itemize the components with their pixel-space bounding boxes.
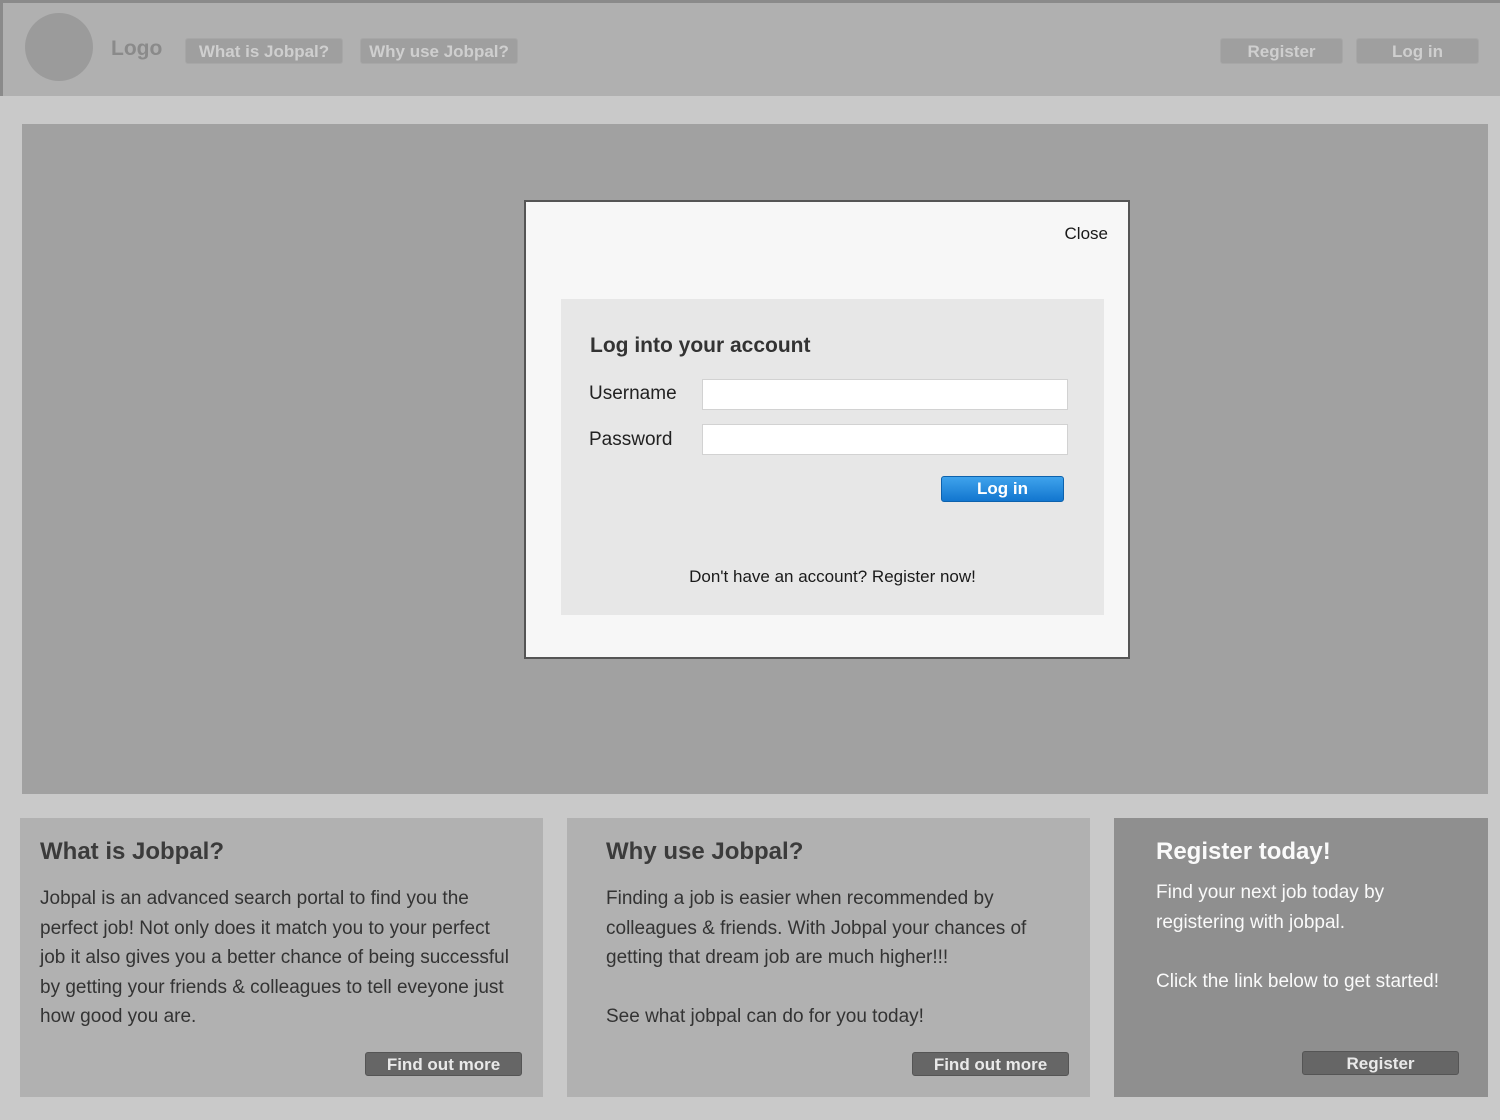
card-register-today: Register today! Find your next job today… xyxy=(1114,818,1488,1097)
nav-why-use-jobpal[interactable]: Why use Jobpal? xyxy=(360,38,518,64)
card-paragraph: Jobpal is an advanced search portal to f… xyxy=(40,888,509,1027)
register-now-link[interactable]: Don't have an account? Register now! xyxy=(561,567,1104,587)
card-why-use-jobpal: Why use Jobpal? Finding a job is easier … xyxy=(567,818,1090,1097)
card-body: Finding a job is easier when recommended… xyxy=(606,884,1081,1032)
card-body: Jobpal is an advanced search portal to f… xyxy=(40,884,515,1032)
username-field[interactable] xyxy=(702,379,1068,410)
find-out-more-button[interactable]: Find out more xyxy=(912,1052,1069,1076)
card-paragraph: See what jobpal can do for you today! xyxy=(606,1006,924,1027)
header-login-button[interactable]: Log in xyxy=(1356,38,1479,64)
username-label: Username xyxy=(589,383,677,404)
login-title: Log into your account xyxy=(590,334,811,357)
card-title: Register today! xyxy=(1156,838,1331,865)
card-what-is-jobpal: What is Jobpal? Jobpal is an advanced se… xyxy=(20,818,543,1097)
card-register-button[interactable]: Register xyxy=(1302,1051,1459,1075)
card-paragraph: Find your next job today by registering … xyxy=(1156,882,1385,933)
close-button[interactable]: Close xyxy=(1065,224,1108,244)
find-out-more-button[interactable]: Find out more xyxy=(365,1052,522,1076)
card-title: What is Jobpal? xyxy=(40,838,225,865)
logo-text[interactable]: Logo xyxy=(111,37,162,61)
password-field[interactable] xyxy=(702,424,1068,455)
card-body: Find your next job today by registering … xyxy=(1156,878,1466,996)
card-paragraph: Click the link below to get started! xyxy=(1156,970,1440,992)
card-paragraph: Finding a job is easier when recommended… xyxy=(606,888,1027,968)
login-form: Log into your account Username Password … xyxy=(561,299,1104,615)
site-header: Logo What is Jobpal? Why use Jobpal? Reg… xyxy=(0,0,1500,96)
login-submit-button[interactable]: Log in xyxy=(941,476,1064,502)
login-modal: Close Log into your account Username Pas… xyxy=(524,200,1130,659)
header-register-button[interactable]: Register xyxy=(1220,38,1343,64)
password-label: Password xyxy=(589,429,673,450)
nav-what-is-jobpal[interactable]: What is Jobpal? xyxy=(185,38,343,64)
card-title: Why use Jobpal? xyxy=(606,838,804,865)
logo-placeholder-icon[interactable] xyxy=(25,13,93,81)
